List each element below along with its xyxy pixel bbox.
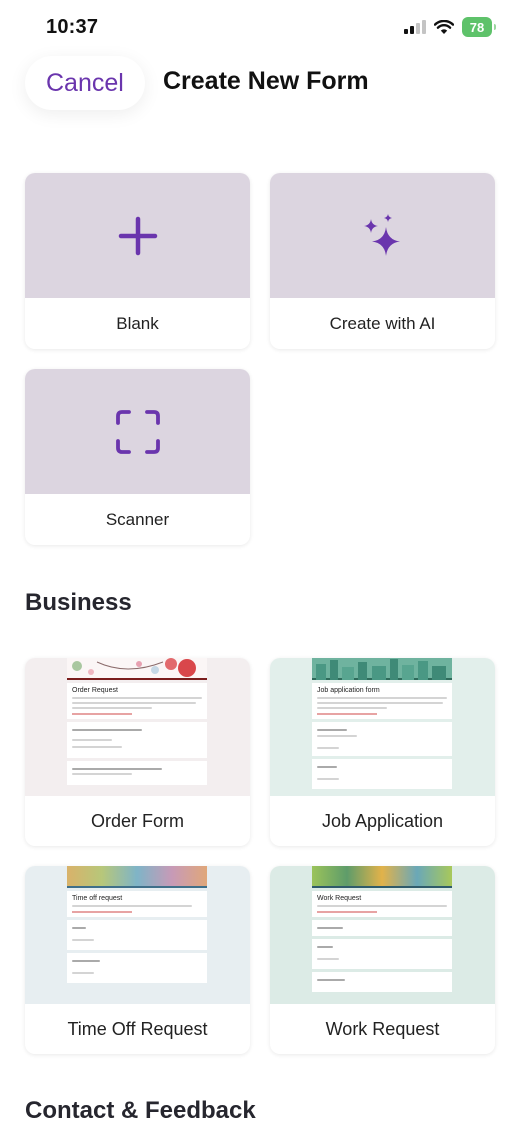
create-with-ai-card-label: Create with AI [329, 313, 436, 333]
floral-banner [67, 658, 207, 680]
status-time: 10:37 [46, 16, 99, 38]
status-icons: 78 [404, 17, 496, 37]
city-banner [312, 658, 452, 680]
template-time-off-request-preview: Time off request [25, 866, 250, 1004]
template-order-form[interactable]: Order Request Order Form [25, 658, 250, 846]
order-doc-title: Order Request [72, 687, 118, 694]
signal-icon [404, 20, 426, 34]
scanner-card-preview [25, 369, 250, 494]
header: Cancel Create New Form [0, 56, 520, 112]
section-title-business: Business [25, 589, 132, 616]
work-doc-title: Work Request [317, 895, 362, 902]
create-with-ai-card-preview [270, 173, 495, 298]
battery-icon: 78 [462, 17, 496, 37]
template-work-request[interactable]: Work Request Work Request [270, 866, 495, 1054]
mosaic-banner [67, 866, 207, 888]
section-title-contact-feedback: Contact & Feedback [25, 1097, 256, 1124]
create-with-ai-card[interactable]: Create with AI [270, 173, 495, 349]
template-job-application-preview: Job application form [270, 658, 495, 796]
cancel-button[interactable]: Cancel [25, 56, 145, 110]
template-order-form-label: Order Form [90, 810, 184, 831]
template-work-request-label: Work Request [325, 1018, 440, 1039]
sparkle-icon [363, 213, 400, 256]
scan-icon [115, 409, 160, 454]
blank-card-preview [25, 173, 250, 298]
map-banner [312, 866, 452, 888]
template-work-request-preview: Work Request [270, 866, 495, 1004]
template-job-application-label: Job Application [321, 810, 444, 831]
template-order-form-preview: Order Request [25, 658, 250, 796]
timeoff-doc-title: Time off request [72, 895, 123, 902]
template-time-off-request-label: Time Off Request [67, 1018, 208, 1039]
scanner-card[interactable]: Scanner [25, 369, 250, 545]
status-bar: 10:37 78 [0, 0, 520, 56]
wifi-icon [434, 19, 454, 34]
blank-card-label: Blank [116, 313, 159, 333]
template-time-off-request[interactable]: Time off request Time Off Request [25, 866, 250, 1054]
blank-card[interactable]: Blank [25, 173, 250, 349]
page-title: Create New Form [163, 67, 369, 95]
plus-icon [118, 216, 157, 255]
battery-level: 78 [469, 19, 485, 35]
scanner-card-label: Scanner [105, 509, 170, 529]
job-doc-title: Job application form [317, 687, 380, 694]
template-job-application[interactable]: Job application form Job Application [270, 658, 495, 846]
